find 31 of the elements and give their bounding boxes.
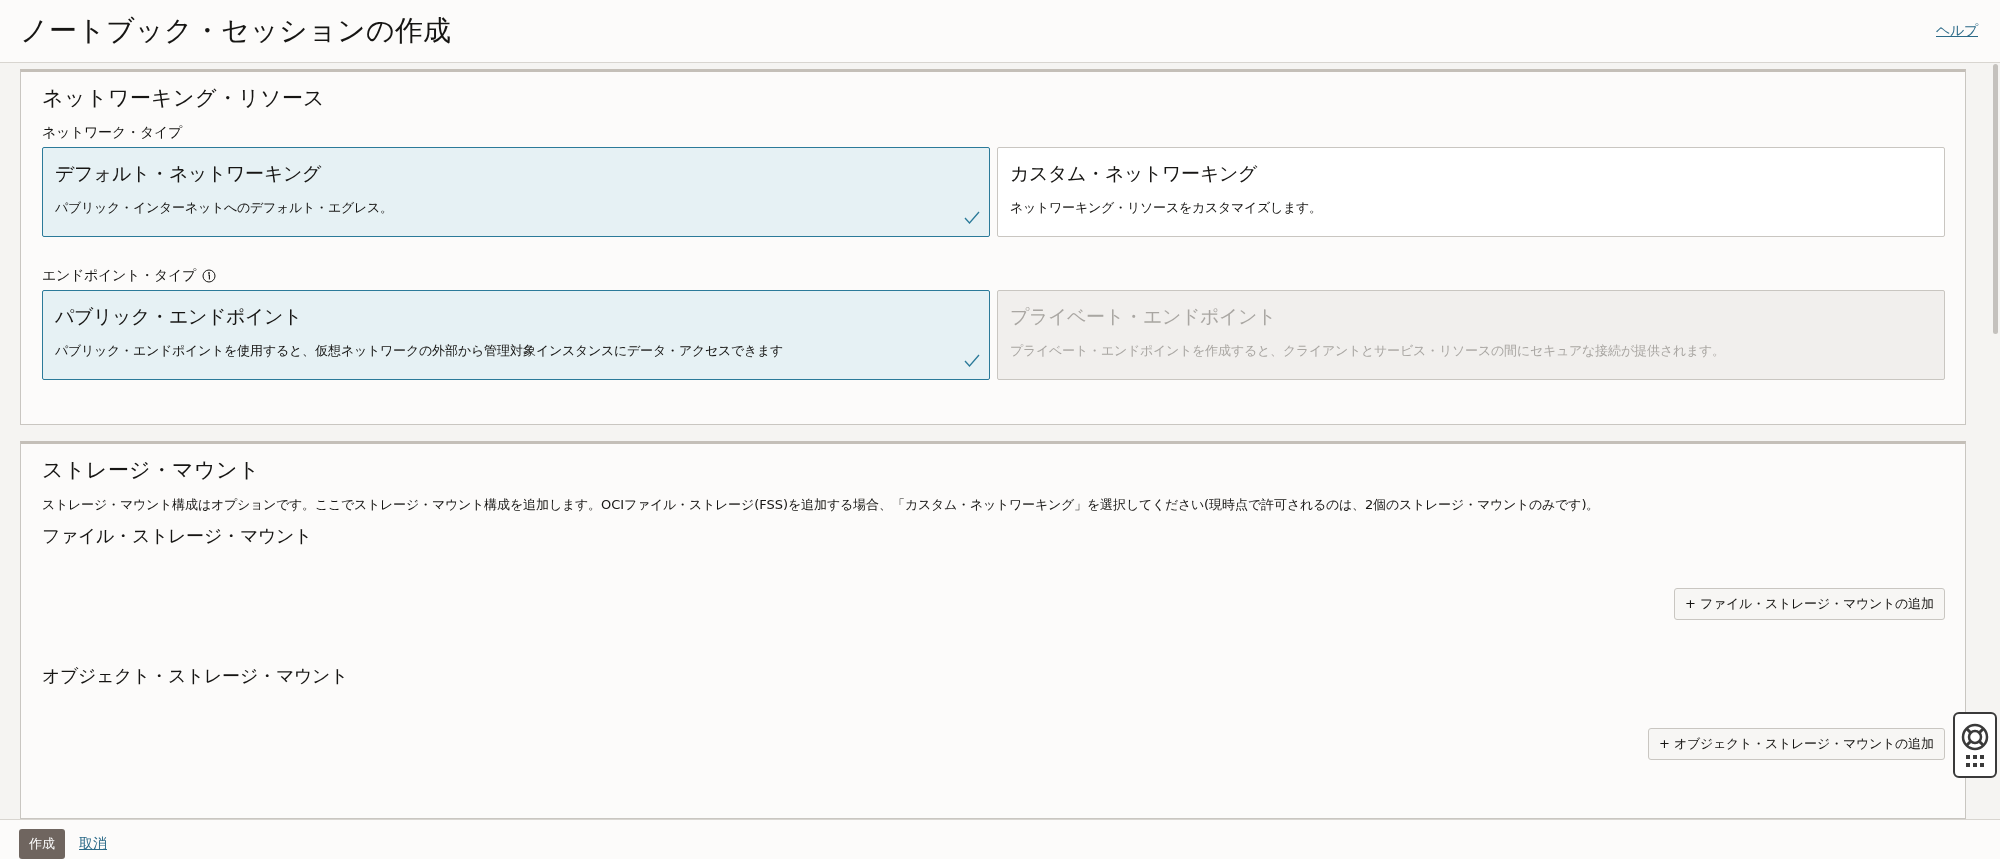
section-title: ネットワーキング・リソース xyxy=(42,85,326,112)
option-title: カスタム・ネットワーキング xyxy=(1010,161,1257,186)
option-description: パブリック・インターネットへのデフォルト・エグレス。 xyxy=(55,199,393,217)
option-description: プライベート・エンドポイントを作成すると、クライアントとサービス・リソースの間にセキュアな接続が提供されます。 xyxy=(1010,342,1725,360)
add-mount-button[interactable]: + ファイル・ストレージ・マウントの追加 xyxy=(1673,588,1945,620)
option-title: パブリック・エンドポイント xyxy=(55,304,302,329)
check-icon xyxy=(964,211,980,224)
create-button[interactable]: 作成 xyxy=(19,828,65,859)
subsection-title: オブジェクト・ストレージ・マウント xyxy=(42,664,349,688)
cancel-link[interactable]: 取消 xyxy=(79,834,107,853)
info-icon[interactable] xyxy=(202,269,216,283)
help-link[interactable]: ヘルプ xyxy=(1936,22,1978,40)
option-description: ネットワーキング・リソースをカスタマイズします。 xyxy=(1010,199,1322,217)
option-description: パブリック・エンドポイントを使用すると、仮想ネットワークの外部から管理対象インスタンスにデータ・アクセスできます xyxy=(55,342,783,360)
option-title: プライベート・エンドポイント xyxy=(1010,304,1276,329)
section-description: ストレージ・マウント構成はオプションです。ここでストレージ・マウント構成を追加します。OCIファイル・ストレージ(FSS)を追加する場合、「カスタム・ネットワーキング」を選択してください(現時点で許可されるのは、2個のストレージ・マウントのみです)。 xyxy=(42,496,1601,514)
section-title: ストレージ・マウント xyxy=(42,457,261,484)
add-mount-button[interactable]: + オブジェクト・ストレージ・マウントの追加 xyxy=(1647,728,1945,760)
page-title: ノートブック・セッションの作成 xyxy=(20,13,451,49)
option-title: デフォルト・ネットワーキング xyxy=(55,161,321,186)
lifebuoy-icon xyxy=(1961,723,1989,751)
field-label: ネットワーク・タイプ xyxy=(42,124,182,142)
option-card[interactable]: デフォルト・ネットワーキング パブリック・インターネットへのデフォルト・エグレス。 xyxy=(42,147,990,237)
subsection-title: ファイル・ストレージ・マウント xyxy=(42,524,313,548)
option-card[interactable]: カスタム・ネットワーキング ネットワーキング・リソースをカスタマイズします。 xyxy=(997,147,1945,237)
option-card[interactable]: パブリック・エンドポイント パブリック・エンドポイントを使用すると、仮想ネットワークの外部から管理対象インスタンスにデータ・アクセスできます xyxy=(42,290,990,380)
field-label: エンドポイント・タイプ xyxy=(42,267,196,285)
scrollbar-thumb[interactable] xyxy=(1993,64,1998,334)
help-widget[interactable] xyxy=(1953,712,1997,778)
grid-icon xyxy=(1966,755,1984,767)
check-icon xyxy=(964,354,980,367)
